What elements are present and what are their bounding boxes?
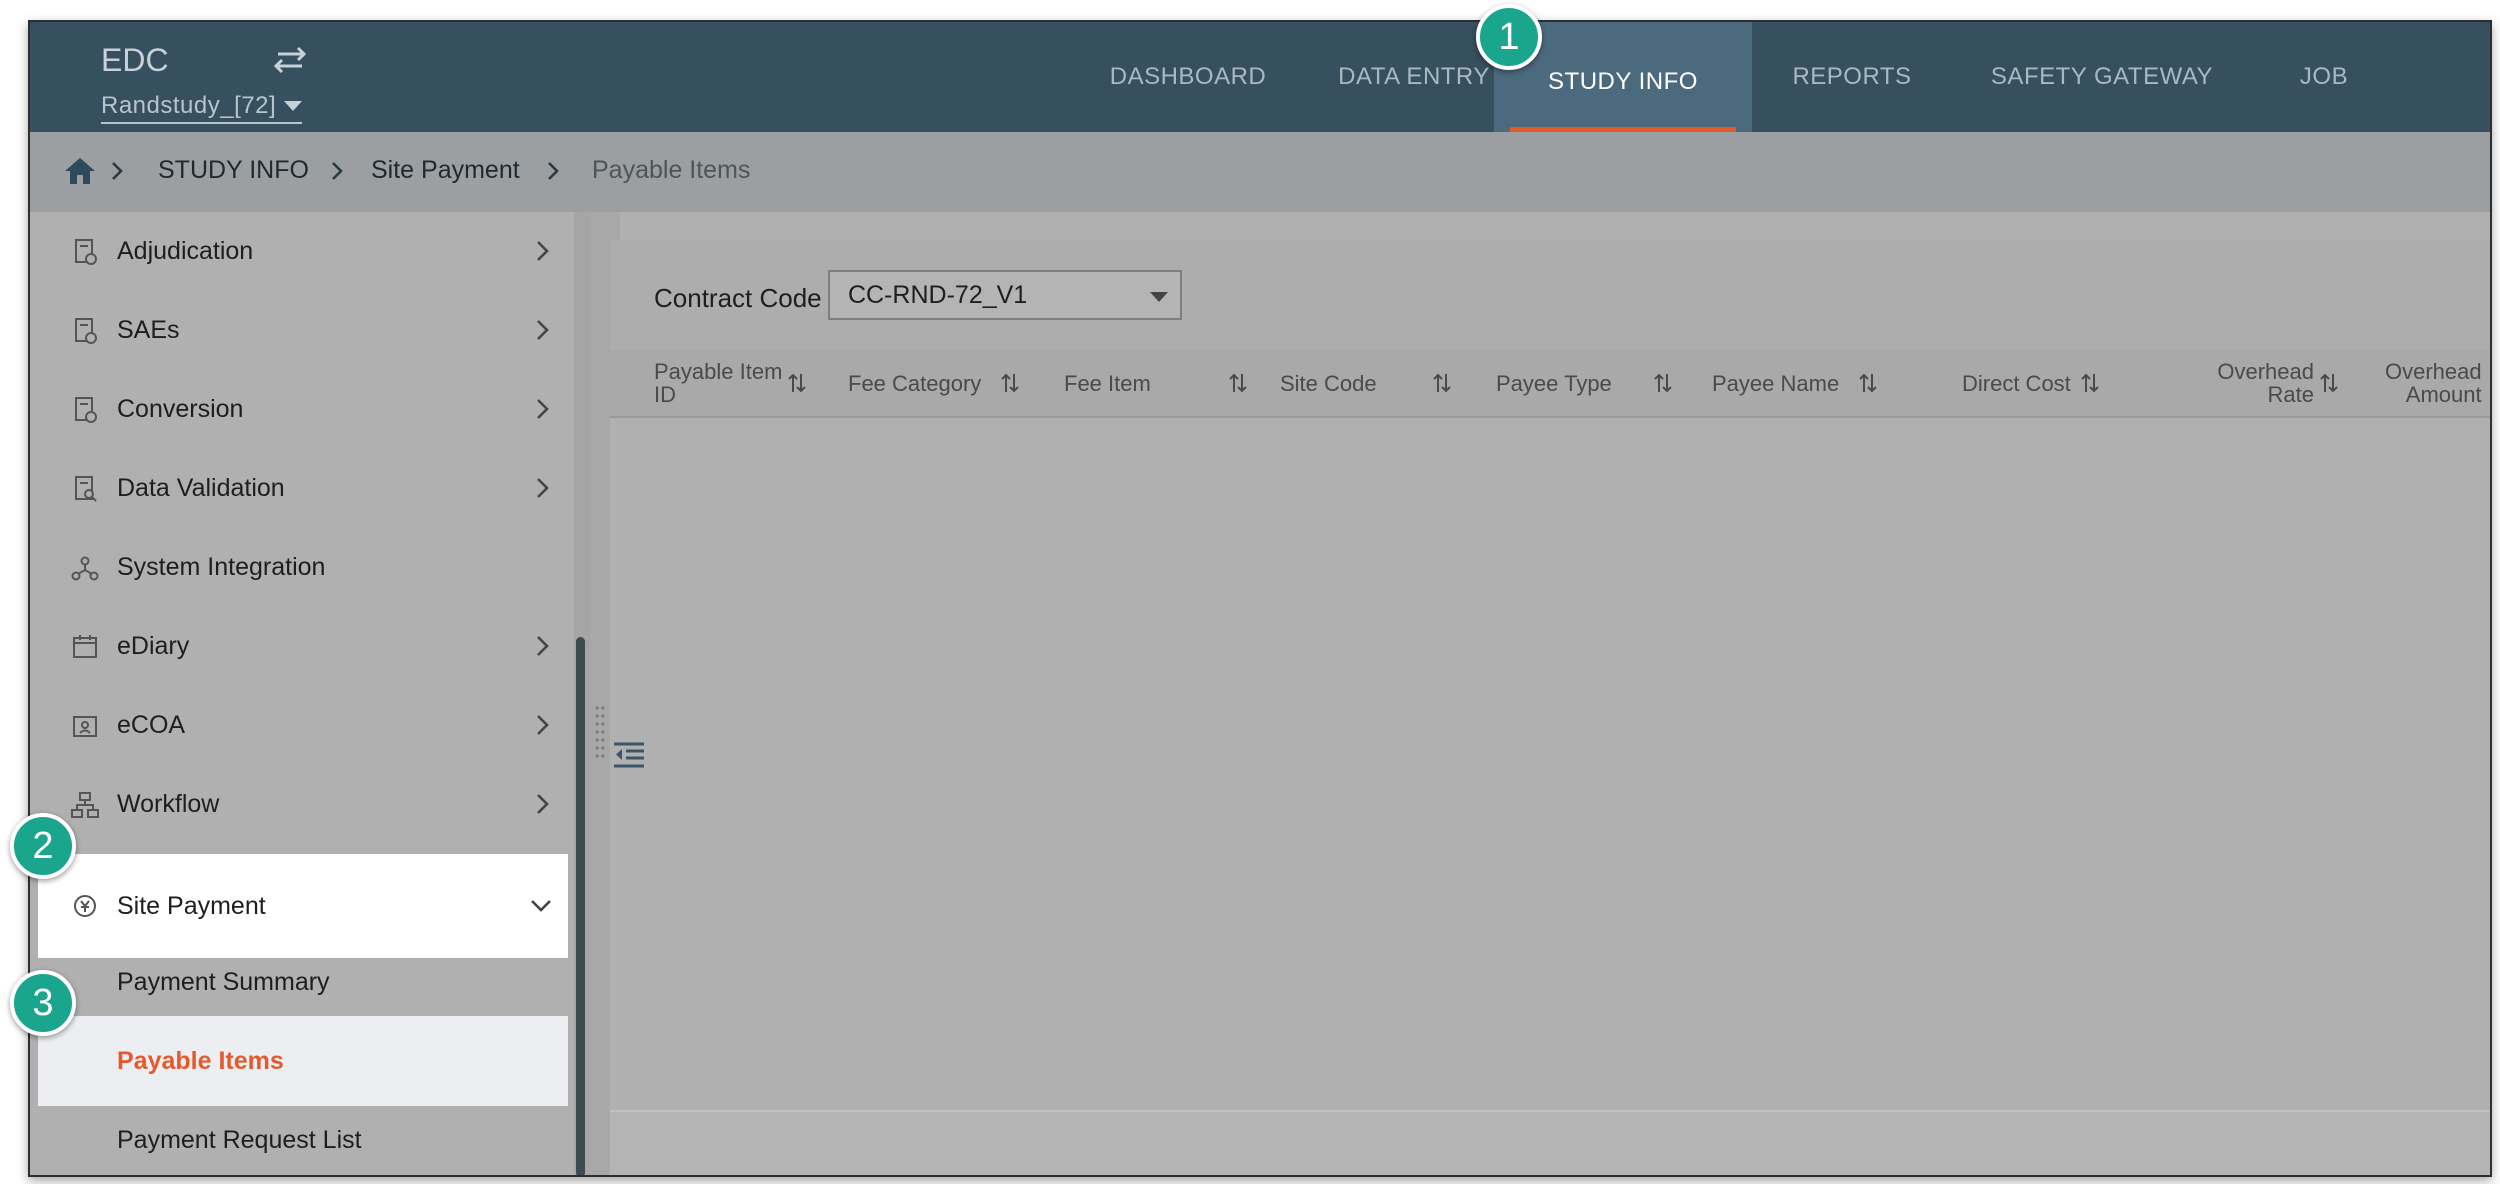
document-settings-icon bbox=[75, 397, 97, 423]
top-navigation-bar: EDC Randstudy_[72] DASHBOARD DATA ENTRY … bbox=[30, 22, 2490, 142]
sidebar-item-label: Payment Summary bbox=[117, 967, 330, 996]
app-title: EDC bbox=[101, 42, 169, 78]
chevron-down-icon bbox=[531, 900, 551, 912]
chevron-right-icon bbox=[537, 636, 549, 656]
chevron-right-icon bbox=[537, 715, 549, 735]
network-icon bbox=[71, 556, 99, 581]
column-header-direct-cost[interactable]: Direct Cost bbox=[1962, 350, 2162, 416]
column-header-overhead-rate[interactable]: Overhead Rate bbox=[2170, 350, 2340, 416]
sort-icon bbox=[1001, 373, 1020, 393]
app-window: EDC Randstudy_[72] DASHBOARD DATA ENTRY … bbox=[28, 20, 2492, 1177]
calendar-icon bbox=[73, 635, 97, 658]
sidebar-item-system-integration[interactable]: System Integration bbox=[30, 528, 570, 607]
tab-dashboard[interactable]: DASHBOARD bbox=[1070, 22, 1306, 132]
chevron-right-icon bbox=[537, 241, 549, 261]
sort-icon bbox=[1654, 373, 1672, 393]
sidebar-item-workflow[interactable]: Workflow bbox=[30, 765, 570, 844]
contract-code-select[interactable]: CC-RND-72_V1 bbox=[828, 270, 1182, 320]
column-header-fee-item[interactable]: Fee Item bbox=[1064, 350, 1264, 416]
sidebar-item-label: Payment Request List bbox=[117, 1126, 362, 1154]
column-header-fee-category[interactable]: Fee Category bbox=[848, 350, 1048, 416]
sidebar-item-label: Conversion bbox=[117, 395, 244, 423]
table-header: Payable Item ID Fee Category Fee Item Si… bbox=[610, 350, 2490, 418]
sort-icon bbox=[1432, 373, 1451, 393]
tab-job[interactable]: JOB bbox=[2252, 22, 2396, 132]
sidebar-item-saes[interactable]: SAEs bbox=[30, 291, 570, 370]
chevron-right-icon bbox=[112, 162, 123, 180]
main-content: Contract Code CC-RND-72_V1 Payable Item … bbox=[610, 240, 2490, 1175]
sidebar-item-adjudication[interactable]: Adjudication bbox=[30, 212, 570, 291]
workflow-icon bbox=[71, 792, 99, 818]
column-header-payee-type[interactable]: Payee Type bbox=[1496, 350, 1696, 416]
home-icon[interactable] bbox=[62, 154, 98, 188]
sort-icon bbox=[788, 373, 807, 393]
sidebar-item-label: eDiary bbox=[117, 632, 190, 660]
sidebar-item-label: eCOA bbox=[117, 711, 186, 739]
contract-code-label: Contract Code bbox=[654, 283, 822, 313]
tab-reports[interactable]: REPORTS bbox=[1752, 22, 1952, 132]
chevron-down-icon bbox=[1150, 292, 1168, 302]
column-header-payable-item-id[interactable]: Payable Item ID bbox=[654, 350, 824, 416]
sort-icon bbox=[2320, 373, 2338, 393]
breadcrumb-study-info[interactable]: STUDY INFO bbox=[158, 156, 309, 185]
chevron-right-icon bbox=[548, 162, 559, 180]
callout-step-1: 1 bbox=[1476, 4, 1542, 70]
breadcrumb-payable-items: Payable Items bbox=[592, 156, 751, 184]
document-search-icon bbox=[75, 476, 97, 502]
chevron-right-icon bbox=[537, 399, 549, 419]
sidebar-item-label: SAEs bbox=[117, 316, 180, 344]
document-settings-icon bbox=[75, 239, 97, 265]
callout-step-2: 2 bbox=[10, 813, 76, 879]
sidebar-item-label: Payable Items bbox=[117, 1046, 284, 1075]
badge-icon bbox=[73, 716, 97, 737]
sidebar-item-label: Data Validation bbox=[117, 474, 285, 502]
chevron-right-icon bbox=[332, 162, 343, 180]
sidebar-item-label: Site Payment bbox=[117, 891, 266, 920]
sidebar-item-ediary[interactable]: eDiary bbox=[30, 607, 570, 686]
sidebar-item-conversion[interactable]: Conversion bbox=[30, 370, 570, 449]
sidebar-item-label: System Integration bbox=[117, 553, 326, 581]
sidebar-subitem-payment-summary[interactable]: Payment Summary bbox=[30, 958, 570, 1006]
sort-icon bbox=[1859, 373, 1877, 393]
sidebar-item-label: Workflow bbox=[117, 790, 220, 818]
callout-step-3: 3 bbox=[10, 970, 76, 1036]
breadcrumb: STUDY INFO Site Payment Payable Items bbox=[30, 132, 2490, 212]
sort-icon bbox=[2081, 373, 2099, 393]
chevron-down-icon bbox=[284, 101, 303, 111]
column-header-site-code[interactable]: Site Code bbox=[1280, 350, 1480, 416]
chevron-right-icon bbox=[537, 320, 549, 340]
breadcrumb-site-payment[interactable]: Site Payment bbox=[371, 156, 520, 185]
sidebar-item-label: Adjudication bbox=[117, 237, 254, 265]
column-header-overhead-amount[interactable]: Overhead Amount bbox=[2385, 350, 2490, 416]
table-body bbox=[610, 418, 2490, 1088]
tab-study-info-label: STUDY INFO bbox=[1548, 68, 1698, 95]
contract-code-value: CC-RND-72_V1 bbox=[848, 280, 1028, 309]
chevron-right-icon bbox=[537, 794, 549, 814]
sidebar-item-ecoa[interactable]: eCOA bbox=[30, 686, 570, 765]
table-footer bbox=[610, 1110, 2490, 1175]
column-header-payee-name[interactable]: Payee Name bbox=[1712, 350, 1922, 416]
drag-handle-icon[interactable] bbox=[594, 704, 606, 760]
study-name: Randstudy_[72] bbox=[101, 92, 277, 119]
filter-bar: Contract Code CC-RND-72_V1 bbox=[610, 240, 2490, 350]
sidebar-item-site-payment[interactable]: Site Payment bbox=[38, 854, 568, 958]
sidebar-scrollbar-thumb[interactable] bbox=[576, 637, 585, 1175]
sidebar-subitem-payment-request-list[interactable]: Payment Request List bbox=[30, 1106, 570, 1175]
study-selector[interactable]: Randstudy_[72] bbox=[101, 92, 303, 124]
tab-safety-gateway[interactable]: SAFETY GATEWAY bbox=[1952, 22, 2252, 132]
sidebar: Adjudication SAEs Conversion Data Valida… bbox=[30, 212, 590, 1175]
sidebar-subitem-payable-items[interactable]: Payable Items bbox=[38, 1016, 568, 1106]
payment-icon bbox=[74, 895, 96, 917]
chevron-right-icon bbox=[537, 478, 549, 498]
sidebar-item-data-validation[interactable]: Data Validation bbox=[30, 449, 570, 528]
swap-icon[interactable] bbox=[268, 40, 312, 80]
document-settings-icon bbox=[75, 318, 97, 344]
collapse-sidebar-icon[interactable] bbox=[610, 736, 648, 774]
sort-icon bbox=[1229, 373, 1247, 393]
